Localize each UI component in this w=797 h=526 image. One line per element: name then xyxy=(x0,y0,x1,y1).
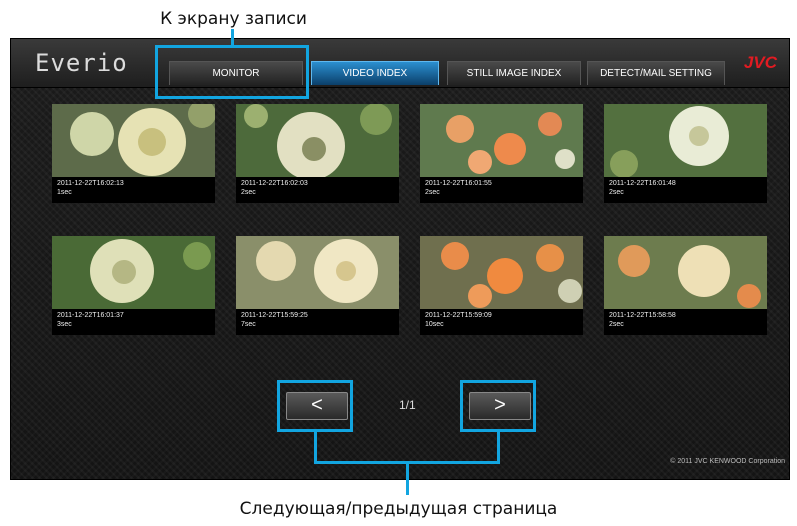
thumbnail-timestamp: 2011-12-22T15:58:58 xyxy=(609,312,676,319)
thumbnail-image xyxy=(420,236,583,309)
thumbnail-duration: 3sec xyxy=(57,321,72,328)
everio-app-window: Everio MONITOR VIDEO INDEX STILL IMAGE I… xyxy=(10,38,790,480)
thumbnail-duration: 2sec xyxy=(241,189,256,196)
video-thumbnail[interactable]: 2011-12-22T15:58:58 2sec xyxy=(604,236,767,335)
callout-record-screen: К экрану записи xyxy=(160,9,307,29)
thumbnail-image xyxy=(604,104,767,177)
copyright-text: © 2011 JVC KENWOOD Corporation xyxy=(670,458,785,465)
app-header: Everio MONITOR VIDEO INDEX STILL IMAGE I… xyxy=(11,39,789,88)
thumbnail-timestamp: 2011-12-22T16:02:03 xyxy=(241,180,308,187)
video-thumbnail[interactable]: 2011-12-22T16:01:37 3sec xyxy=(52,236,215,335)
thumbnail-duration: 7sec xyxy=(241,321,256,328)
thumbnail-image xyxy=(604,236,767,309)
callout-connector-top xyxy=(231,29,234,46)
highlight-monitor-tab xyxy=(155,45,309,99)
thumbnail-timestamp: 2011-12-22T16:01:48 xyxy=(609,180,676,187)
thumbnail-image xyxy=(52,104,215,177)
thumbnail-timestamp: 2011-12-22T15:59:25 xyxy=(241,312,308,319)
page-indicator: 1/1 xyxy=(399,398,416,412)
tab-detect-mail-setting[interactable]: DETECT/MAIL SETTING xyxy=(587,61,725,85)
video-thumbnail[interactable]: 2011-12-22T16:02:13 1sec xyxy=(52,104,215,203)
video-thumbnail[interactable]: 2011-12-22T15:59:25 7sec xyxy=(236,236,399,335)
thumbnail-timestamp: 2011-12-22T16:01:55 xyxy=(425,180,492,187)
callout-connector-right xyxy=(497,431,500,463)
video-thumbnail[interactable]: 2011-12-22T15:59:09 10sec xyxy=(420,236,583,335)
thumbnail-duration: 2sec xyxy=(425,189,440,196)
highlight-prev-button xyxy=(277,380,353,432)
video-thumbnail[interactable]: 2011-12-22T16:02:03 2sec xyxy=(236,104,399,203)
tab-still-image-index[interactable]: STILL IMAGE INDEX xyxy=(447,61,581,85)
video-thumbnail[interactable]: 2011-12-22T16:01:55 2sec xyxy=(420,104,583,203)
thumbnail-timestamp: 2011-12-22T16:01:37 xyxy=(57,312,124,319)
thumbnail-image xyxy=(236,236,399,309)
jvc-logo: JVC xyxy=(743,53,777,72)
everio-logo: Everio xyxy=(35,49,128,77)
thumbnail-image xyxy=(52,236,215,309)
thumbnail-timestamp: 2011-12-22T16:02:13 xyxy=(57,180,124,187)
thumbnail-duration: 10sec xyxy=(425,321,444,328)
thumbnail-duration: 2sec xyxy=(609,189,624,196)
video-thumbnail[interactable]: 2011-12-22T16:01:48 2sec xyxy=(604,104,767,203)
thumbnail-image xyxy=(420,104,583,177)
callout-connector-left xyxy=(314,431,317,463)
thumbnail-duration: 1sec xyxy=(57,189,72,196)
callout-page-navigation: Следующая/предыдущая страница xyxy=(239,499,558,519)
highlight-next-button xyxy=(460,380,536,432)
callout-connector-bottom xyxy=(406,461,409,495)
thumbnail-timestamp: 2011-12-22T15:59:09 xyxy=(425,312,492,319)
thumbnail-duration: 2sec xyxy=(609,321,624,328)
tab-video-index[interactable]: VIDEO INDEX xyxy=(311,61,439,85)
thumbnail-image xyxy=(236,104,399,177)
